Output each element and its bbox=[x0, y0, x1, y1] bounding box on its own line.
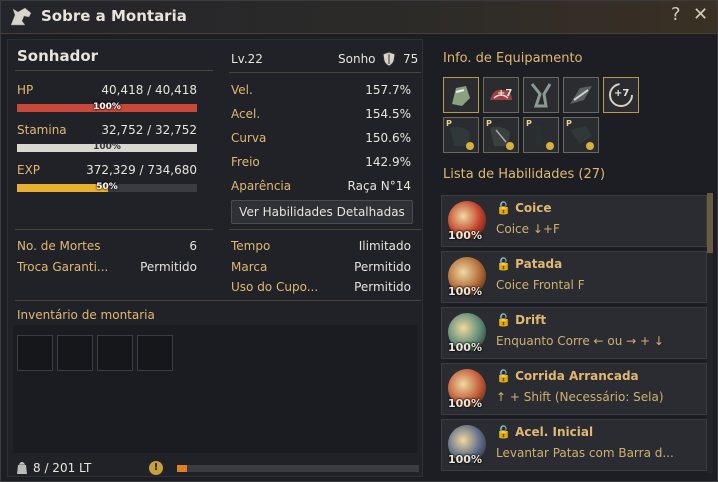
exp-percent: 50% bbox=[96, 182, 118, 192]
inventory-title: Inventário de montaria bbox=[17, 308, 155, 322]
trade-label: Troca Garanti... bbox=[17, 260, 109, 274]
dream-value: 75 bbox=[403, 52, 419, 66]
skill-command: Levantar Patas com Barra d... bbox=[496, 446, 674, 460]
stat-appearance-label: Aparência bbox=[231, 179, 292, 193]
dream-label: Sonho bbox=[338, 52, 376, 66]
stat-brake-value: 142.9% bbox=[365, 155, 411, 169]
stat-brake-label: Freio bbox=[231, 155, 260, 169]
weight-bar bbox=[177, 465, 419, 472]
stirrup-icon[interactable] bbox=[523, 77, 559, 113]
mount-info-window: Sobre a Montaria ? ✕ Sonhador HP 40,418 … bbox=[0, 0, 718, 482]
stat-speed-label: Vel. bbox=[231, 83, 253, 97]
title-bar[interactable]: Sobre a Montaria ? ✕ bbox=[1, 1, 717, 34]
exp-bar: 50% bbox=[17, 182, 197, 192]
upgrade-icon[interactable]: +7 bbox=[603, 77, 639, 113]
mount-name: Sonhador bbox=[17, 47, 99, 65]
skill-item-quick-start[interactable]: 100% 🔓 Acel. Inicial Levantar Patas com … bbox=[441, 419, 707, 471]
barding-icon[interactable]: P bbox=[443, 117, 479, 153]
divider bbox=[15, 70, 213, 71]
skill-command: ↑ + Shift (Necessário: Sela) bbox=[496, 390, 664, 404]
warning-icon[interactable]: ! bbox=[149, 461, 163, 475]
shield-icon bbox=[382, 51, 396, 67]
divider bbox=[229, 72, 421, 73]
skill-item-front-kick[interactable]: 100% 🔓 Patada Coice Frontal F bbox=[441, 251, 707, 303]
divider bbox=[15, 229, 213, 230]
skill-command: Coice ↓+F bbox=[496, 222, 560, 236]
cloak-icon[interactable]: P bbox=[523, 117, 559, 153]
skill-item-kick[interactable]: 100% 🔓 Coice Coice ↓+F bbox=[441, 195, 707, 247]
scrollbar-thumb[interactable] bbox=[707, 193, 713, 253]
coupon-label: Uso do Cupo... bbox=[231, 280, 319, 294]
armor-piece-icon[interactable] bbox=[443, 77, 479, 113]
skill-name: 🔓 Coice bbox=[496, 201, 552, 215]
skills-title: Lista de Habilidades (27) bbox=[443, 167, 606, 182]
skill-name: 🔓 Patada bbox=[496, 257, 563, 271]
divider bbox=[229, 229, 421, 230]
view-detailed-skills-button[interactable]: Ver Habilidades Detalhadas bbox=[231, 200, 413, 224]
hp-bar: 100% bbox=[17, 102, 197, 112]
inventory-slot[interactable] bbox=[137, 335, 173, 371]
stamina-label: Stamina bbox=[17, 123, 67, 137]
divider bbox=[15, 300, 421, 301]
time-value: Ilimitado bbox=[358, 239, 411, 253]
stamina-percent: 100% bbox=[93, 142, 121, 152]
window-title: Sobre a Montaria bbox=[41, 7, 187, 25]
time-label: Tempo bbox=[231, 239, 271, 253]
skill-command: Enquanto Corre ← ou → + ↓ bbox=[496, 334, 664, 348]
inventory-weight: 8 / 201 LT bbox=[33, 461, 92, 475]
skill-item-drift[interactable]: 100% 🔓 Drift Enquanto Corre ← ou → + ↓ bbox=[441, 307, 707, 359]
horse-head-icon bbox=[10, 7, 32, 26]
horseshoe-icon[interactable] bbox=[563, 77, 599, 113]
stat-turn-label: Curva bbox=[231, 131, 267, 145]
skill-name: 🔓 Corrida Arrancada bbox=[496, 369, 639, 383]
stat-appearance-value: Raça N°14 bbox=[347, 179, 411, 193]
hp-percent: 100% bbox=[93, 102, 121, 112]
stamina-value: 32,752 / 32,752 bbox=[101, 123, 197, 137]
equipment-title: Info. de Equipamento bbox=[443, 51, 583, 66]
hood-icon[interactable]: P bbox=[563, 117, 599, 153]
hp-value: 40,418 / 40,418 bbox=[101, 83, 197, 97]
skill-item-sprint[interactable]: 100% 🔓 Corrida Arrancada ↑ + Shift (Nece… bbox=[441, 363, 707, 415]
deaths-value: 6 bbox=[189, 239, 197, 253]
skill-name: 🔓 Acel. Inicial bbox=[496, 425, 594, 439]
trade-value: Permitido bbox=[140, 260, 197, 274]
help-button[interactable]: ? bbox=[671, 4, 681, 25]
inventory-slot[interactable] bbox=[17, 335, 53, 371]
inventory-slot[interactable] bbox=[97, 335, 133, 371]
stat-accel-value: 154.5% bbox=[365, 107, 411, 121]
stat-turn-value: 150.6% bbox=[365, 131, 411, 145]
skills-scrollbar[interactable] bbox=[707, 193, 713, 473]
weight-bar-fill bbox=[177, 465, 187, 472]
saddle-icon[interactable]: +7 bbox=[483, 77, 519, 113]
skill-name: 🔓 Drift bbox=[496, 313, 547, 327]
stamina-bar: 100% bbox=[17, 142, 197, 152]
inventory-slot[interactable] bbox=[57, 335, 93, 371]
brand-label: Marca bbox=[231, 260, 268, 274]
exp-value: 372,329 / 734,680 bbox=[86, 163, 197, 177]
mane-icon[interactable]: P bbox=[483, 117, 519, 153]
weight-icon bbox=[17, 461, 27, 474]
mount-level: Lv.22 bbox=[231, 52, 263, 66]
hp-label: HP bbox=[17, 83, 34, 97]
coupon-value: Permitido bbox=[354, 280, 411, 294]
deaths-label: No. de Mortes bbox=[17, 239, 101, 253]
exp-label: EXP bbox=[17, 163, 41, 177]
stat-speed-value: 157.7% bbox=[365, 83, 411, 97]
stat-accel-label: Acel. bbox=[231, 107, 261, 121]
skill-command: Coice Frontal F bbox=[496, 278, 585, 292]
brand-value: Permitido bbox=[354, 260, 411, 274]
close-button[interactable]: ✕ bbox=[693, 4, 708, 25]
